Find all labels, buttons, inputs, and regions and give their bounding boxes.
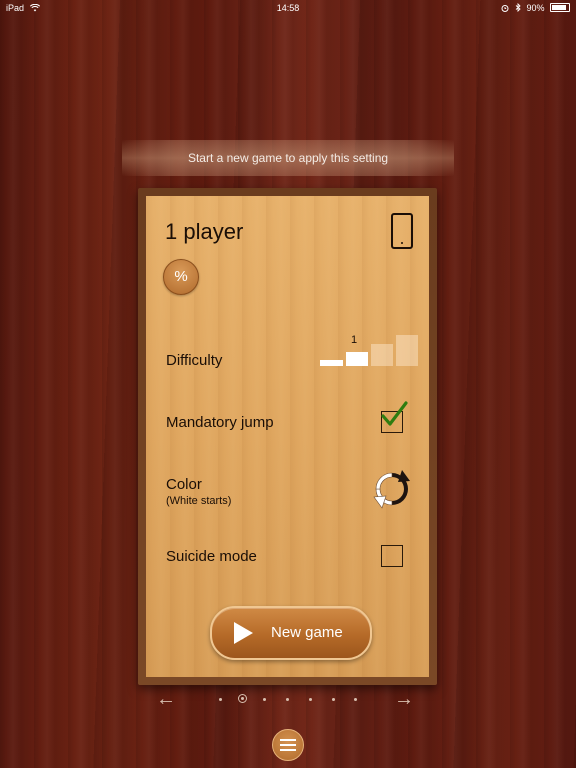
tablet-icon[interactable]	[391, 213, 413, 249]
menu-icon-line	[280, 744, 296, 746]
mode-title: 1 player	[165, 219, 244, 244]
page-dot[interactable]	[354, 698, 357, 701]
status-bar: iPad 14:58 90%	[0, 0, 576, 16]
battery-icon	[550, 3, 570, 12]
new-game-button[interactable]: New game	[210, 606, 372, 660]
menu-icon	[280, 739, 296, 741]
difficulty-label: Difficulty	[166, 352, 223, 369]
menu-icon-line	[280, 749, 296, 751]
arrow-left-icon[interactable]: ←	[156, 689, 176, 709]
bluetooth-icon	[515, 2, 521, 13]
page-dot[interactable]	[219, 698, 222, 701]
settings-panel: 1 player % Difficulty 1 Mandatory jump C…	[146, 196, 429, 677]
difficulty-level-0[interactable]	[320, 360, 343, 366]
banner-text: Start a new game to apply this setting	[187, 151, 389, 165]
swap-color-icon[interactable]	[371, 468, 413, 510]
battery-percent: 90%	[526, 3, 545, 13]
status-right: 90%	[501, 0, 570, 16]
difficulty-level-3[interactable]	[396, 335, 418, 366]
page-dot[interactable]	[309, 698, 312, 701]
page-dot-active[interactable]	[238, 694, 247, 703]
menu-button[interactable]	[272, 729, 304, 761]
play-icon	[234, 622, 253, 644]
page-dot[interactable]	[263, 698, 266, 701]
page-dot[interactable]	[332, 698, 335, 701]
percent-button[interactable]: %	[163, 259, 199, 295]
alarm-icon	[501, 5, 509, 12]
difficulty-level-2[interactable]	[371, 344, 393, 366]
mandatory-jump-label: Mandatory jump	[166, 414, 274, 431]
checkmark-icon	[381, 401, 408, 426]
difficulty-value: 1	[351, 334, 358, 346]
status-time: 14:58	[276, 3, 300, 13]
color-label: Color	[166, 476, 202, 493]
new-game-label: New game	[271, 624, 343, 641]
difficulty-level-1[interactable]	[346, 352, 368, 366]
suicide-mode-checkbox[interactable]	[381, 545, 403, 567]
arrow-right-icon[interactable]: →	[394, 689, 414, 709]
color-sublabel: (White starts)	[166, 495, 232, 507]
setting-notice-banner: Start a new game to apply this setting	[122, 140, 454, 176]
settings-panel-frame: 1 player % Difficulty 1 Mandatory jump C…	[138, 188, 437, 685]
page-dot[interactable]	[286, 698, 289, 701]
suicide-mode-label: Suicide mode	[166, 548, 257, 565]
